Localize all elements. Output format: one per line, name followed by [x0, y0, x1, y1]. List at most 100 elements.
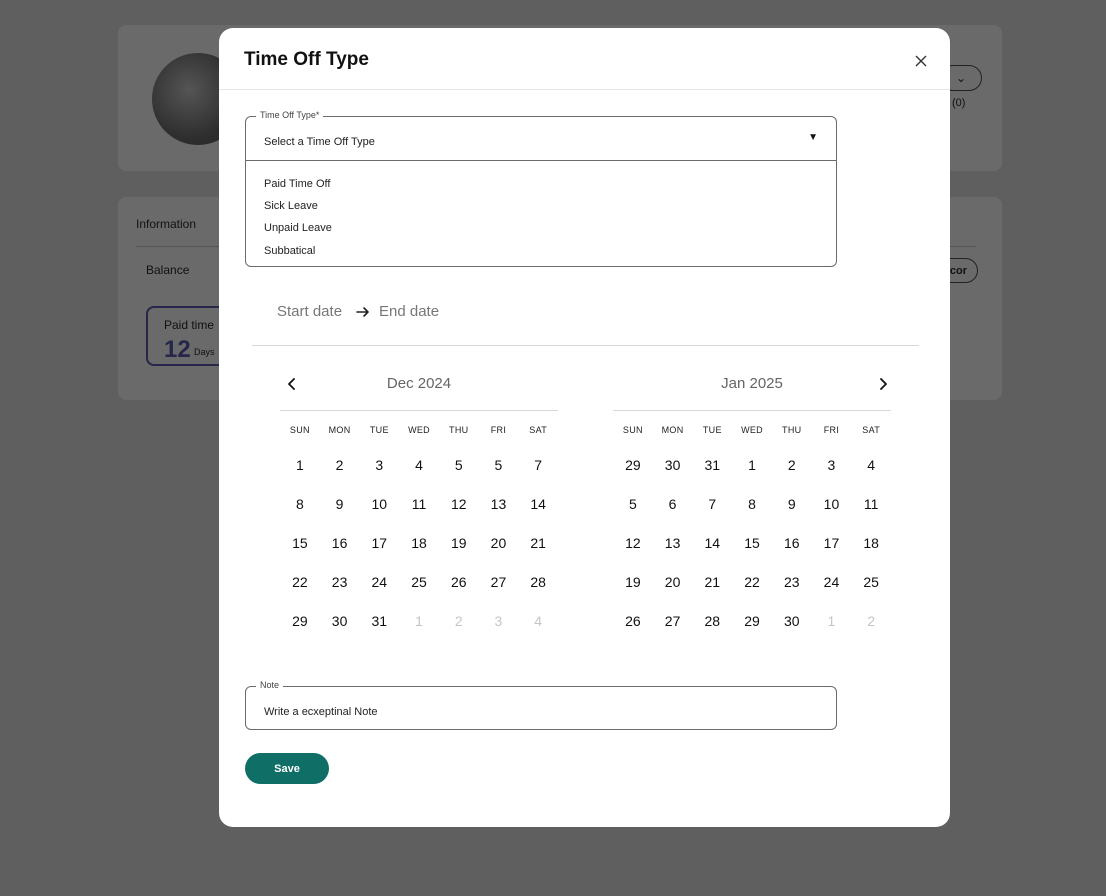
day-cell[interactable]: 12: [613, 535, 653, 551]
day-cell[interactable]: 8: [732, 496, 772, 512]
day-cell[interactable]: 21: [692, 574, 732, 590]
day-cell[interactable]: 26: [613, 613, 653, 629]
day-cell[interactable]: 27: [479, 574, 519, 590]
day-cell[interactable]: 13: [479, 496, 519, 512]
week-row: 19 20 21 22 23 24 25: [613, 574, 891, 590]
day-cell[interactable]: 29: [280, 613, 320, 629]
day-cell[interactable]: 15: [280, 535, 320, 551]
note-field[interactable]: Note Write a ecxeptinal Note: [245, 680, 837, 730]
day-cell[interactable]: 29: [613, 457, 653, 473]
note-input[interactable]: Write a ecxeptinal Note: [264, 706, 378, 718]
weekday-label: SUN: [289, 425, 310, 435]
weekday-label: THU: [782, 425, 802, 435]
day-cell[interactable]: 29: [732, 613, 772, 629]
day-cell[interactable]: 25: [399, 574, 439, 590]
day-cell[interactable]: 9: [772, 496, 812, 512]
day-cell[interactable]: 28: [692, 613, 732, 629]
week-row: 12 13 14 15 16 17 18: [613, 535, 891, 551]
day-cell[interactable]: 19: [439, 535, 479, 551]
day-cell[interactable]: 31: [692, 457, 732, 473]
day-cell[interactable]: 20: [479, 535, 519, 551]
day-cell[interactable]: 30: [772, 613, 812, 629]
day-cell[interactable]: 5: [613, 496, 653, 512]
day-cell[interactable]: 2: [772, 457, 812, 473]
weekday-label: SAT: [862, 425, 881, 435]
weekday-header: SUN MON TUE WED THU FRI SAT: [280, 425, 558, 435]
weekday-label: FRI: [490, 425, 507, 435]
end-date-input[interactable]: End date: [379, 303, 439, 320]
calendar-title: Dec 2024: [386, 375, 452, 392]
week-row: 8 9 10 11 12 13 14: [280, 496, 558, 512]
day-cell[interactable]: 18: [399, 535, 439, 551]
option-paid-time-off[interactable]: Paid Time Off: [264, 178, 330, 190]
weekday-label: WED: [741, 425, 763, 435]
day-cell[interactable]: 1: [732, 457, 772, 473]
day-cell[interactable]: 31: [359, 613, 399, 629]
week-row: 15 16 17 18 19 20 21: [280, 535, 558, 551]
day-cell[interactable]: 24: [812, 574, 852, 590]
tab-information[interactable]: Information: [136, 217, 196, 231]
day-cell[interactable]: 1: [812, 613, 852, 629]
day-cell[interactable]: 24: [359, 574, 399, 590]
day-cell[interactable]: 27: [653, 613, 693, 629]
close-icon[interactable]: [911, 51, 931, 71]
day-cell[interactable]: 19: [613, 574, 653, 590]
day-cell[interactable]: 26: [439, 574, 479, 590]
day-cell[interactable]: 17: [812, 535, 852, 551]
calendar-divider: [280, 410, 558, 411]
day-cell[interactable]: 30: [653, 457, 693, 473]
time-off-type-select[interactable]: Time Off Type* Select a Time Off Type ▼ …: [245, 110, 837, 267]
start-date-input[interactable]: Start date: [277, 303, 342, 320]
day-cell[interactable]: 25: [851, 574, 891, 590]
day-cell[interactable]: 10: [812, 496, 852, 512]
day-cell[interactable]: 28: [518, 574, 558, 590]
day-cell[interactable]: 9: [320, 496, 360, 512]
day-cell[interactable]: 4: [399, 457, 439, 473]
day-cell[interactable]: 2: [851, 613, 891, 629]
week-row: 1234557: [280, 457, 558, 473]
day-cell[interactable]: 2: [320, 457, 360, 473]
option-sick-leave[interactable]: Sick Leave: [264, 200, 318, 212]
day-cell[interactable]: 13: [653, 535, 693, 551]
caret-down-icon[interactable]: ▼: [808, 132, 818, 143]
day-cell[interactable]: 11: [851, 496, 891, 512]
day-cell[interactable]: 12: [439, 496, 479, 512]
save-button[interactable]: Save: [245, 753, 329, 784]
week-row: 5 6 7 8 9 10 11: [613, 496, 891, 512]
day-cell[interactable]: 3: [479, 613, 519, 629]
day-cell[interactable]: 7: [692, 496, 732, 512]
day-cell[interactable]: 5: [439, 457, 479, 473]
day-cell[interactable]: 14: [692, 535, 732, 551]
day-cell[interactable]: 11: [399, 496, 439, 512]
day-cell[interactable]: 10: [359, 496, 399, 512]
day-cell[interactable]: 3: [359, 457, 399, 473]
option-unpaid-leave[interactable]: Unpaid Leave: [264, 222, 332, 234]
day-cell[interactable]: 3: [812, 457, 852, 473]
balance-label: Balance: [146, 263, 190, 277]
day-cell[interactable]: 21: [518, 535, 558, 551]
day-cell[interactable]: 8: [280, 496, 320, 512]
day-cell[interactable]: 4: [518, 613, 558, 629]
day-cell[interactable]: 22: [732, 574, 772, 590]
day-cell[interactable]: 23: [320, 574, 360, 590]
day-cell[interactable]: 2: [439, 613, 479, 629]
day-cell[interactable]: 1: [399, 613, 439, 629]
day-cell[interactable]: 16: [320, 535, 360, 551]
day-cell[interactable]: 7: [518, 457, 558, 473]
note-label: Note: [256, 680, 284, 690]
day-cell[interactable]: 4: [851, 457, 891, 473]
day-cell[interactable]: 23: [772, 574, 812, 590]
count-label: (0): [952, 97, 966, 109]
day-cell[interactable]: 5: [479, 457, 519, 473]
day-cell[interactable]: 15: [732, 535, 772, 551]
day-cell[interactable]: 30: [320, 613, 360, 629]
day-cell[interactable]: 16: [772, 535, 812, 551]
day-cell[interactable]: 14: [518, 496, 558, 512]
day-cell[interactable]: 22: [280, 574, 320, 590]
day-cell[interactable]: 17: [359, 535, 399, 551]
day-cell[interactable]: 20: [653, 574, 693, 590]
option-subbatical[interactable]: Subbatical: [264, 245, 315, 257]
day-cell[interactable]: 1: [280, 457, 320, 473]
day-cell[interactable]: 6: [653, 496, 693, 512]
day-cell[interactable]: 18: [851, 535, 891, 551]
